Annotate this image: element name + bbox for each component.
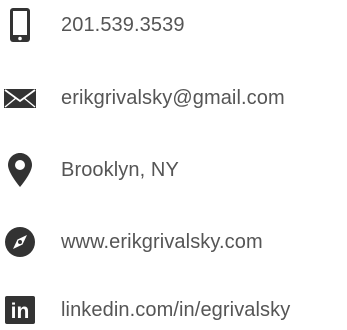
contact-item-phone[interactable]: 201.539.3539 <box>0 5 347 45</box>
linkedin-icon: in <box>0 290 40 330</box>
contact-list: 201.539.3539 erikgrivalsky@gmail.com Bro… <box>0 0 347 325</box>
map-pin-icon <box>0 150 40 190</box>
contact-item-email[interactable]: erikgrivalsky@gmail.com <box>0 78 347 118</box>
location-link[interactable]: Brooklyn, NY <box>61 150 179 190</box>
contact-item-website[interactable]: www.erikgrivalsky.com <box>0 222 347 262</box>
contact-item-location[interactable]: Brooklyn, NY <box>0 150 347 190</box>
contact-item-linkedin[interactable]: in linkedin.com/in/egrivalsky <box>0 290 347 330</box>
email-link[interactable]: erikgrivalsky@gmail.com <box>61 78 285 118</box>
phone-icon <box>0 5 40 45</box>
compass-icon <box>0 222 40 262</box>
website-link[interactable]: www.erikgrivalsky.com <box>61 222 263 262</box>
phone-number-link[interactable]: 201.539.3539 <box>61 5 185 45</box>
linkedin-link[interactable]: linkedin.com/in/egrivalsky <box>61 290 290 330</box>
linkedin-logo-text: in <box>11 300 30 323</box>
envelope-icon <box>0 78 40 118</box>
